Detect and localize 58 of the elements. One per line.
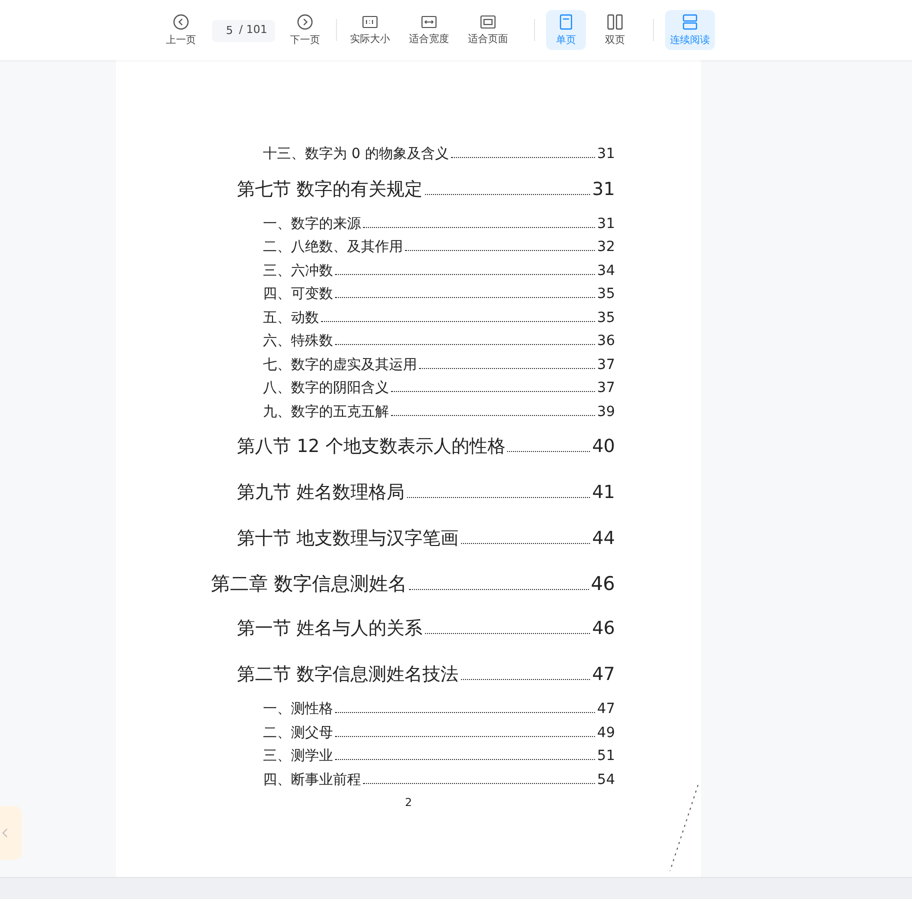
- toc-entry-title: 八、数字的阴阳含义: [263, 379, 389, 398]
- toc-page-number: 35: [597, 285, 615, 304]
- toc-page-number: 51: [597, 747, 615, 766]
- toc-page-number: 31: [592, 178, 615, 202]
- toc-page-number: 32: [597, 238, 615, 257]
- toc-page-number: 46: [592, 617, 615, 641]
- toc-entry-title: 七、数字的虚实及其运用: [263, 356, 417, 374]
- toc-page-number: 47: [597, 700, 615, 719]
- toc-page-number: 40: [592, 435, 615, 459]
- toc-entry-title: 三、测学业: [263, 747, 333, 766]
- fit-page-button[interactable]: 适合页面: [466, 10, 510, 50]
- toc-page-number: 46: [590, 572, 615, 597]
- toc-entry-title: 二、八绝数、及其作用: [263, 238, 403, 257]
- toc-entry-title: 第一节 姓名与人的关系: [237, 617, 423, 641]
- toc-entry-title: 十三、数字为 0 的物象及含义: [263, 145, 449, 164]
- toc-page-number: 44: [592, 527, 615, 551]
- toc-page-number: 37: [597, 379, 615, 398]
- stacked-pages-icon: [682, 14, 698, 30]
- page-icon: [559, 14, 573, 30]
- page-total: / 101: [239, 23, 268, 37]
- toc-page-number: 39: [597, 402, 615, 422]
- toc-entry-title: 四、断事业前程: [263, 770, 361, 790]
- one-to-one-icon: [362, 14, 378, 28]
- actual-size-button[interactable]: 实际大小: [348, 10, 392, 50]
- toc-page-number: 47: [592, 663, 615, 687]
- page-number: 2: [405, 796, 412, 809]
- toc-entry-title: 四、可变数: [263, 285, 333, 304]
- toc-entry-title: 第七节 数字的有关规定: [237, 178, 423, 202]
- toc-page-number: 35: [597, 308, 615, 328]
- toc-entry-title: 第二章 数字信息测姓名: [211, 572, 408, 597]
- double-page-button[interactable]: 双页: [595, 10, 635, 50]
- toc-page-number: 49: [597, 724, 615, 742]
- toc-page-number: 31: [597, 214, 615, 234]
- toc-entry-title: 第二节 数字信息测姓名技法: [237, 663, 459, 687]
- toc-page-number: 36: [597, 332, 615, 351]
- toc-entry-title: 第九节 姓名数理格局: [237, 481, 405, 505]
- toc-entry-title: 一、测性格: [263, 700, 333, 719]
- next-page-button[interactable]: 下一页: [283, 10, 327, 50]
- fit-width-icon: [421, 14, 437, 28]
- toc-page-number: 37: [597, 356, 615, 374]
- toc-entry-title: 二、测父母: [263, 724, 333, 742]
- toc-page-number: 54: [597, 770, 615, 790]
- fit-page-icon: [480, 14, 496, 28]
- toc-page-number: 34: [597, 262, 615, 280]
- toc-entry-title: 一、数字的来源: [263, 214, 361, 234]
- toc-page-number: 41: [592, 481, 615, 505]
- collapse-tab[interactable]: [0, 806, 22, 860]
- chevron-left-icon: [2, 828, 8, 838]
- toc-entry-title: 六、特殊数: [263, 332, 333, 351]
- toc-page-number: 31: [597, 145, 615, 164]
- toc-entry-title: 第八节 12 个地支数表示人的性格: [237, 435, 506, 459]
- toc-entry-title: 五、动数: [263, 308, 319, 328]
- toc-entry-title: 九、数字的五克五解: [263, 402, 389, 422]
- toc-entry-title: 三、六冲数: [263, 262, 333, 280]
- two-pages-icon: [607, 14, 623, 30]
- toc-entry-title: 第十节 地支数理与汉字笔画: [237, 527, 459, 551]
- previous-page-button[interactable]: 上一页: [159, 10, 203, 50]
- fit-width-button[interactable]: 适合宽度: [407, 10, 451, 50]
